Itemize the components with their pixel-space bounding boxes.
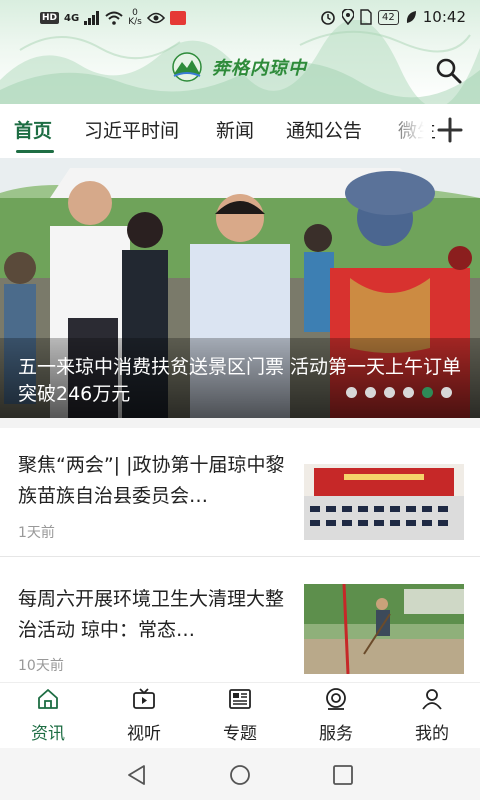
back-icon[interactable] [126,764,148,786]
news-title[interactable]: 每周六开展环境卫生大清理大整治活动 琼中：常态… [18,584,288,646]
logo-text: 奔格内琼中 [212,58,307,79]
network-badge: HD [40,12,60,24]
battery-indicator: 42 [378,9,399,25]
nav-item-media[interactable]: 视听 [96,683,192,749]
eye-icon [146,12,165,24]
add-channel-icon[interactable] [436,116,464,144]
active-tab-indicator [16,150,54,153]
recents-icon[interactable] [332,764,354,786]
app-screen: HD 4G 0 K/s 42 10:42 奔格内琼中 首页 习近平时间 新闻 通… [0,0,480,800]
nav-item-topics[interactable]: 专题 [192,683,288,749]
app-logo: 奔格内琼中 [170,52,307,82]
home-button-icon[interactable] [229,764,251,786]
nav-label: 专题 [223,724,257,744]
net-speed: 0 K/s [128,9,142,27]
nav-item-services[interactable]: 服务 [288,683,384,749]
tab-xi-time[interactable]: 习近平时间 [84,116,179,143]
header: HD 4G 0 K/s 42 10:42 奔格内琼中 [0,0,480,104]
news-thumbnail [304,584,464,674]
signal-icon [84,11,100,25]
section-separator [0,418,480,428]
alarm-icon [321,11,335,25]
location-icon [342,9,355,25]
system-navigation-bar [0,748,480,800]
tab-home[interactable]: 首页 [14,116,52,143]
signal-type: 4G [64,12,80,24]
nav-item-news[interactable]: 资讯 [0,683,96,749]
wifi-icon [105,11,123,25]
logo-mountain-icon [172,52,202,82]
nav-label: 服务 [319,724,353,744]
home-icon [38,689,58,709]
list-divider [0,556,480,557]
nav-label: 资讯 [31,724,65,744]
service-icon [326,688,346,710]
news-thumbnail [304,450,464,540]
carousel-dot[interactable] [403,387,414,398]
carousel-dots [346,387,452,398]
tab-news[interactable]: 新闻 [216,116,254,143]
nav-item-profile[interactable]: 我的 [384,683,480,749]
leaf-icon [406,11,416,23]
news-title[interactable]: 聚焦“两会”| |政协第十届琼中黎族苗族自治县委员会… [18,450,288,512]
tab-notices[interactable]: 通知公告 [286,116,362,143]
featured-banner[interactable]: 五一来琼中消费扶贫送景区门票 活动第一天上午订单突破246万元 [0,158,480,418]
status-bar: HD 4G 0 K/s 42 10:42 [0,0,480,36]
newspaper-icon [229,689,251,709]
news-time: 1天前 [18,525,55,541]
sim-icon [360,9,372,25]
carousel-dot-active[interactable] [422,387,433,398]
nav-label: 我的 [415,724,449,744]
nav-label: 视听 [127,724,161,744]
clock: 10:42 [422,8,466,26]
carousel-dot[interactable] [441,387,452,398]
bottom-navigation: 资讯 视听 专题 服务 我的 [0,682,480,748]
banner-title: 五一来琼中消费扶贫送景区门票 活动第一天上午订单突破246万元 [18,356,462,405]
carousel-dot[interactable] [346,387,357,398]
notification-app-icon [169,11,186,25]
search-icon[interactable] [434,56,464,86]
carousel-dot[interactable] [384,387,395,398]
carousel-dot[interactable] [365,387,376,398]
net-speed-unit: K/s [128,17,142,27]
news-time: 10天前 [18,658,64,674]
user-icon [422,689,442,710]
video-icon [133,688,155,709]
tabs-fade-overlay [380,104,432,152]
